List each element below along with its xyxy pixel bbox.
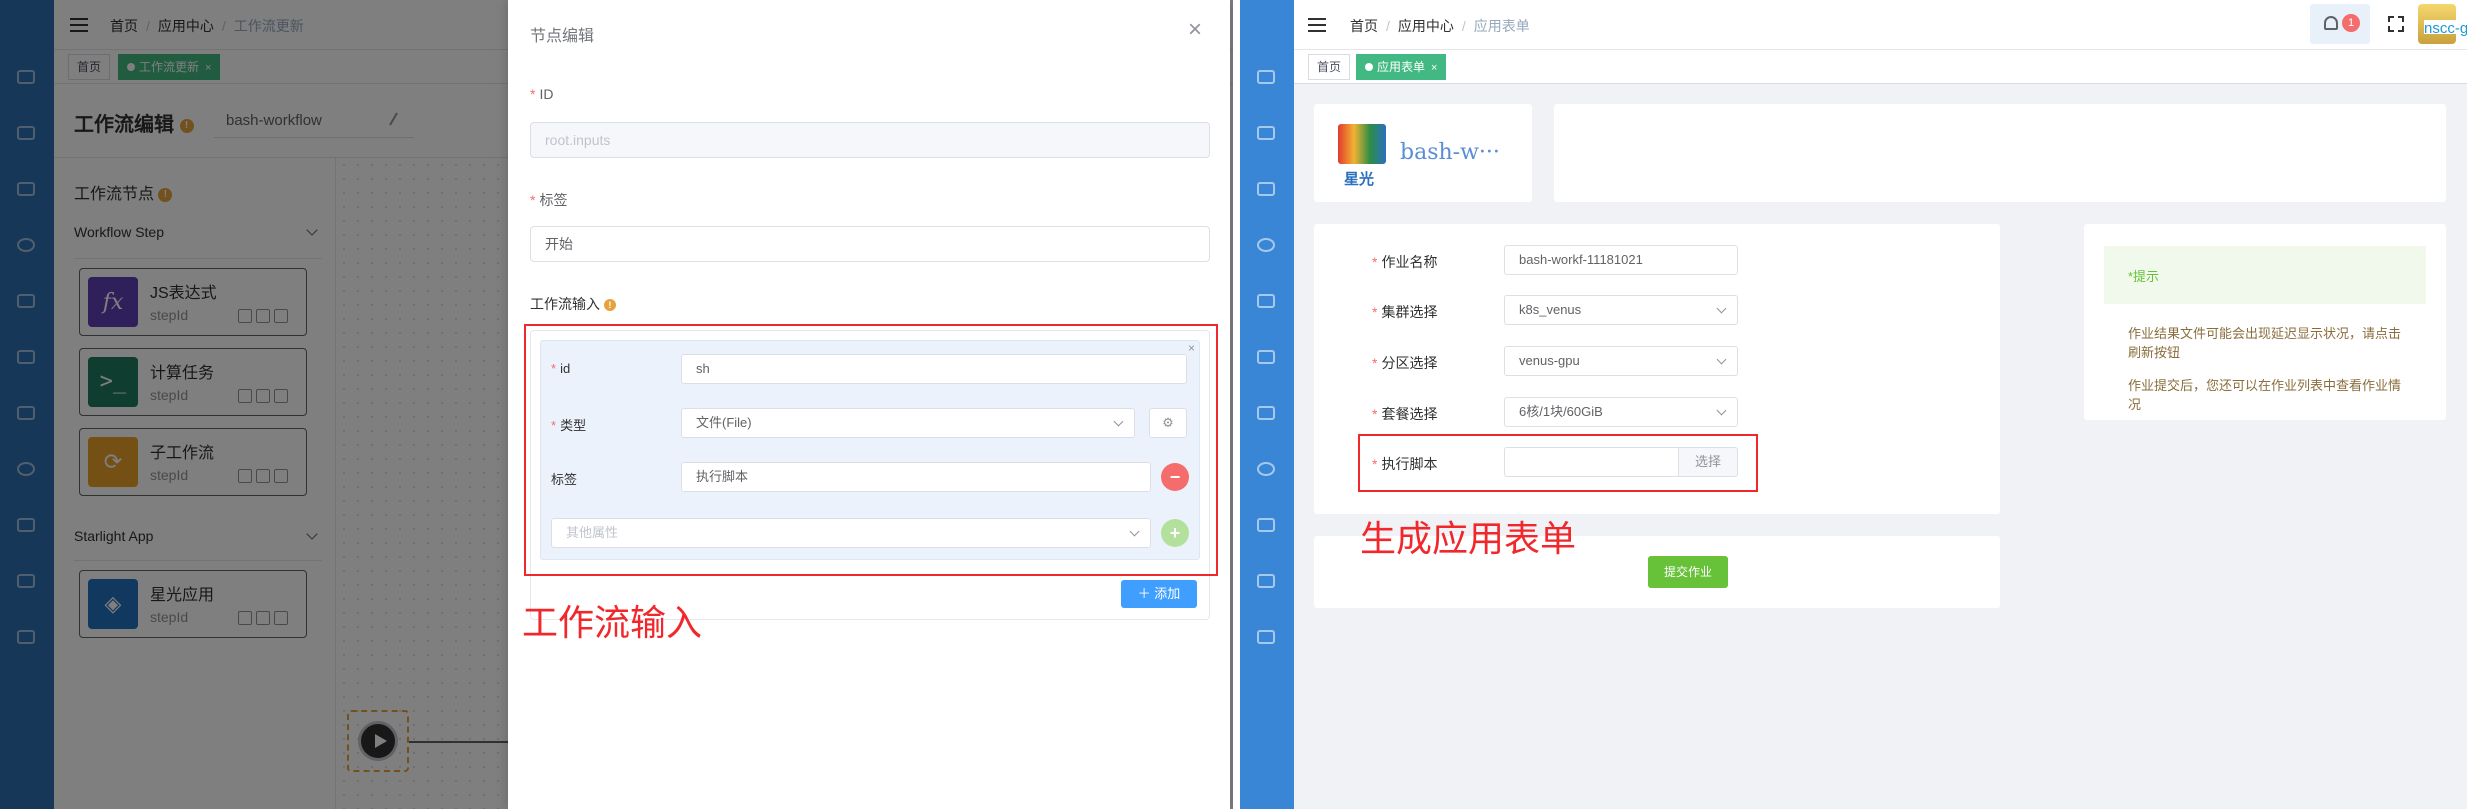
nscc-logo [1338, 124, 1386, 164]
package-select[interactable]: 6核/1块/60GiB [1504, 397, 1738, 427]
sidebar-chat-icon[interactable] [1257, 406, 1275, 420]
right-sidebar [1240, 0, 1294, 809]
sidebar-list-icon[interactable] [1257, 126, 1275, 140]
submit-job-button[interactable]: 提交作业 [1648, 556, 1728, 588]
tag-app-form[interactable]: 应用表单 × [1356, 54, 1447, 80]
tip-line-2: 作业提交后，您还可以在作业列表中查看作业情况 [2128, 378, 2402, 412]
plus-icon: ＋ [1137, 586, 1155, 601]
notification-button[interactable]: 1 [2310, 4, 2370, 44]
cluster-label: * 集群选择 [1372, 304, 1438, 320]
cluster-select[interactable]: k8s_venus [1504, 295, 1738, 325]
partition-label: * 分区选择 [1372, 355, 1438, 371]
tip-line-1: 作业结果文件可能会出现延迟显示状况，请点击刷新按钮 [2128, 326, 2402, 360]
job-name-input[interactable]: bash-workf-11181021 [1504, 245, 1738, 275]
breadcrumb-home[interactable]: 首页 [1350, 18, 1378, 34]
sidebar-report-icon[interactable] [1257, 630, 1275, 644]
breadcrumb: 首页 / 应用中心 / 应用表单 [1350, 18, 1530, 34]
inputs-label: 工作流输入 ! [530, 294, 616, 314]
sidebar-warning-icon[interactable] [1257, 518, 1275, 532]
app-title: bash-w··· [1400, 140, 1500, 165]
panel-divider [1233, 0, 1240, 809]
annotation-box-inputs [524, 324, 1218, 576]
tag-close-icon[interactable]: × [1431, 62, 1437, 74]
notification-badge: 1 [2342, 14, 2360, 32]
sidebar-book-icon[interactable] [1257, 294, 1275, 308]
fullscreen-icon[interactable] [2388, 16, 2404, 32]
sidebar-database-icon[interactable] [1257, 182, 1275, 196]
tag-label: * 标签 [530, 192, 568, 208]
chevron-down-icon [1716, 405, 1727, 416]
package-label: * 套餐选择 [1372, 406, 1438, 422]
sidebar-compass-icon[interactable] [1257, 238, 1275, 252]
sidebar-user-icon[interactable] [1257, 462, 1275, 476]
add-input-button[interactable]: ＋ 添加 [1121, 580, 1197, 608]
annotation-box-form [1358, 434, 1758, 492]
breadcrumb-current: 应用表单 [1473, 18, 1530, 34]
id-input[interactable]: root.inputs [530, 122, 1210, 158]
drawer-title: 节点编辑 [530, 28, 595, 45]
id-label: * ID [530, 86, 554, 102]
bell-icon [2324, 16, 2338, 30]
partition-select[interactable]: venus-gpu [1504, 346, 1738, 376]
tag-home[interactable]: 首页 [1308, 54, 1351, 80]
app-logo-card: 星光 bash-w··· [1314, 104, 1532, 202]
app-form-window: 首页/应用中心/应用表单 1 nscc-gz... 首页 应用表单× 星光 ba… [1240, 0, 2467, 809]
close-icon[interactable]: × [1188, 16, 1202, 44]
annotation-label-form: 生成应用表单 [1360, 518, 1577, 559]
menu-toggle-icon[interactable] [1308, 18, 1326, 32]
chevron-down-icon [1716, 303, 1727, 314]
tip-card: *提示 作业结果文件可能会出现延迟显示状况，请点击刷新按钮 作业提交后，您还可以… [2084, 224, 2446, 420]
job-name-label: * 作业名称 [1372, 254, 1438, 270]
chevron-down-icon [1716, 354, 1727, 365]
app-description-card [1554, 104, 2446, 202]
user-name[interactable]: nscc-gz... [2424, 20, 2467, 37]
tip-banner: *提示 [2104, 246, 2426, 304]
sidebar-table-icon[interactable] [1257, 350, 1275, 364]
inputs-info-icon[interactable]: ! [603, 299, 616, 312]
workflow-editor-window: 首页/应用中心/工作流更新 首页 工作流更新× 工作流编辑 ! bash-wor… [0, 0, 1233, 809]
breadcrumb-app-center[interactable]: 应用中心 [1398, 18, 1454, 34]
tag-input[interactable]: 开始 [530, 226, 1210, 262]
tip-title: *提示 [2128, 269, 2160, 284]
logo-text: 星光 [1344, 171, 1375, 188]
sidebar-cube-icon[interactable] [1257, 70, 1275, 84]
right-tagbar: 首页 应用表单 × [1294, 50, 2467, 84]
annotation-label-inputs: 工作流输入 [522, 602, 703, 643]
right-topbar: 首页/应用中心/应用表单 1 nscc-gz... [1294, 0, 2467, 50]
sidebar-grid-icon[interactable] [1257, 574, 1275, 588]
